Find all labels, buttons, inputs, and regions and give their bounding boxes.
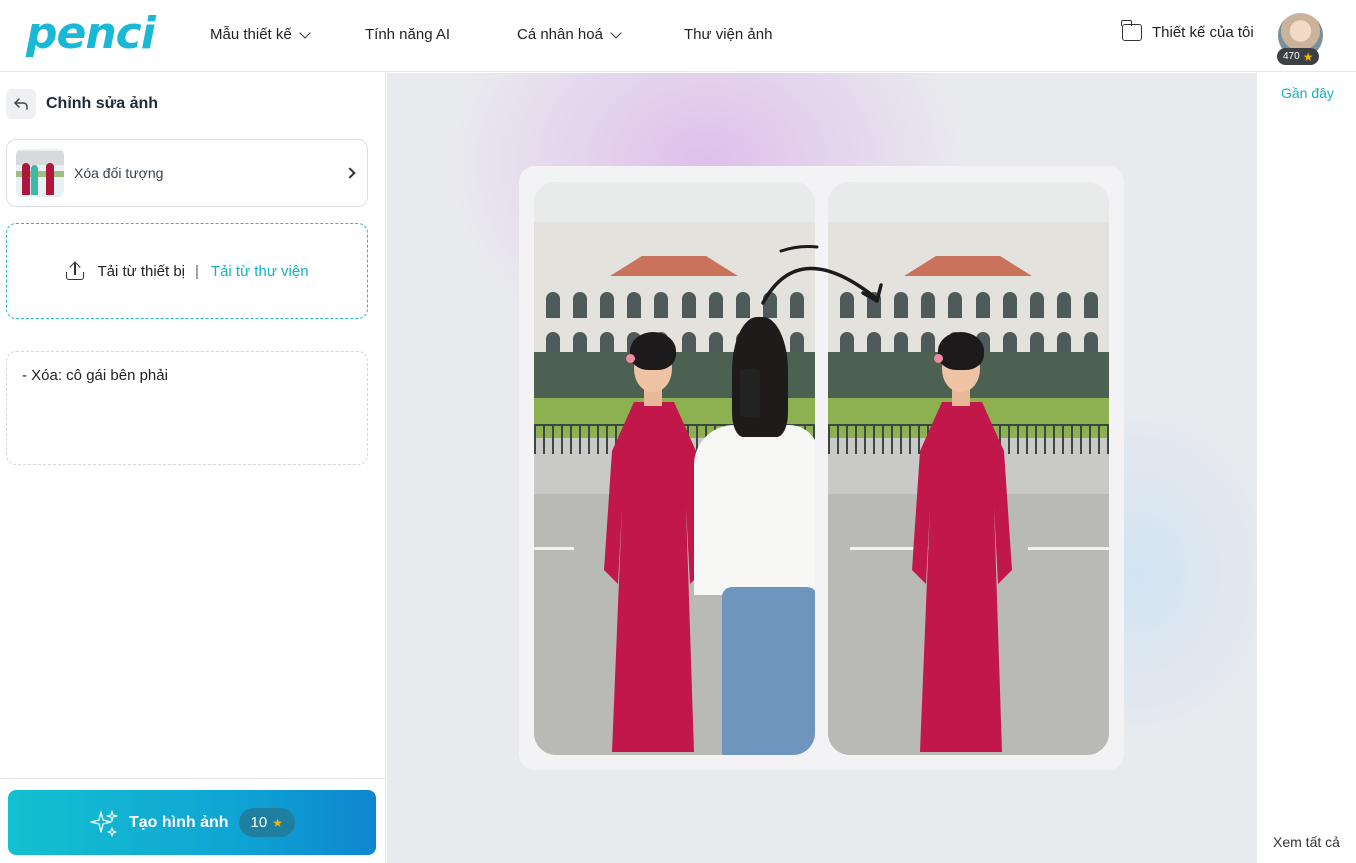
tool-label: Xóa đối tượng [74,165,164,181]
tab-recent[interactable]: Gần đây [1281,85,1334,101]
tool-thumbnail [16,149,64,197]
chevron-down-icon [610,26,622,39]
credit-badge: 470 ★ [1277,48,1320,65]
upload-from-device-link[interactable]: Tải từ thiết bị [97,263,185,280]
left-panel: Chỉnh sửa ảnh Xóa đối tượng Tải từ thiết… [0,73,386,863]
tool-remove-object-card[interactable]: Xóa đối tượng [6,139,368,207]
top-navigation: penci Mẫu thiết kế Tính năng AI Cá nhân … [0,0,1356,72]
nav-personalize-label: Cá nhân hoá [517,26,603,43]
editor-canvas [387,73,1257,863]
upload-from-library-link[interactable]: Tải từ thư viện [211,263,309,280]
prompt-text: - Xóa: cô gái bên phải [22,367,168,384]
credit-count: 470 [1283,51,1300,62]
star-icon: ★ [1302,49,1314,64]
star-icon: ★ [272,815,283,830]
nav-photo-library[interactable]: Thư viện ảnh [684,26,772,43]
see-all-link[interactable]: Xem tất cả [1273,834,1340,850]
penci-logo[interactable]: penci [26,8,156,59]
cost-pill: 10 ★ [238,808,295,837]
nav-templates-label: Mẫu thiết kế [210,26,292,43]
generate-label: Tạo hình ảnh [129,813,229,831]
panel-title: Chỉnh sửa ảnh [46,95,159,112]
generate-image-button[interactable]: Tạo hình ảnh 10 ★ [8,790,376,855]
prompt-input[interactable]: - Xóa: cô gái bên phải [6,351,368,465]
nav-photo-library-label: Thư viện ảnh [684,26,773,43]
before-after-preview [519,166,1124,770]
chevron-down-icon [299,26,311,39]
curved-arrow-icon [761,245,883,305]
back-arrow-icon [14,98,28,110]
nav-templates[interactable]: Mẫu thiết kế [210,26,311,43]
upload-dropzone[interactable]: Tải từ thiết bị | Tải từ thư viện [6,223,368,319]
upload-separator: | [195,262,199,280]
back-button[interactable] [6,89,36,119]
chevron-right-icon [344,167,356,179]
nav-ai-features-label: Tính năng AI [365,26,451,43]
upload-icon [65,261,85,281]
nav-ai-features[interactable]: Tính năng AI [365,26,450,43]
right-panel: Gần đây Xem tất cả [1257,73,1356,863]
generate-footer: Tạo hình ảnh 10 ★ [0,778,386,863]
my-designs-button[interactable]: Thiết kế của tôi [1121,20,1254,41]
generate-cost: 10 [250,814,268,831]
folder-icon [1121,20,1142,41]
nav-personalize[interactable]: Cá nhân hoá [517,26,622,43]
sparkle-icon [90,809,118,837]
my-designs-label: Thiết kế của tôi [1152,24,1254,41]
